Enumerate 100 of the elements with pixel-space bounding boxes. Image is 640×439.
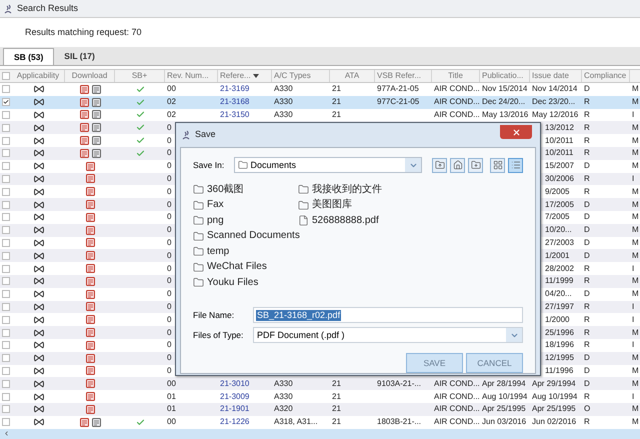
- document-icon[interactable]: [92, 148, 100, 158]
- pdf-file-icon[interactable]: [86, 290, 94, 299]
- column-header[interactable]: A/C Types: [272, 70, 330, 82]
- pdf-file-icon[interactable]: [86, 392, 94, 402]
- horizontal-scrollbar[interactable]: [0, 428, 640, 439]
- column-header[interactable]: ATA: [330, 70, 375, 82]
- reference-link[interactable]: 21-3009: [218, 392, 252, 401]
- file-name-field[interactable]: SB_21-3168_r02.pdf: [253, 307, 523, 323]
- document-icon[interactable]: [92, 136, 100, 146]
- save-in-dropdown[interactable]: Documents: [234, 157, 422, 173]
- toolbar-button[interactable]: [450, 158, 465, 172]
- column-header[interactable]: Issue date: [530, 70, 582, 82]
- row-checkbox[interactable]: [2, 316, 10, 324]
- row-checkbox[interactable]: [2, 226, 10, 234]
- pdf-file-icon[interactable]: [86, 354, 94, 363]
- pdf-file-icon[interactable]: [86, 366, 94, 376]
- row-checkbox[interactable]: [2, 341, 10, 350]
- document-icon[interactable]: [92, 110, 100, 120]
- column-header[interactable]: Refere...: [218, 70, 272, 82]
- document-icon[interactable]: [92, 84, 100, 94]
- pdf-file-icon[interactable]: [86, 200, 94, 210]
- row-checkbox[interactable]: [2, 380, 10, 388]
- file-list-item[interactable]: 我接收到的文件: [312, 184, 382, 195]
- reference-link[interactable]: 21-3169: [218, 85, 252, 94]
- document-icon[interactable]: [92, 98, 100, 107]
- row-checkbox[interactable]: [2, 277, 10, 286]
- row-checkbox[interactable]: [2, 174, 10, 183]
- file-list-item[interactable]: 526888888.pdf: [312, 216, 379, 226]
- table-row[interactable]: 01 21-1901 A320 21 AIR COND... Apr 25/1995 Apr 25/1995 O M: [0, 402, 640, 416]
- pdf-file-icon[interactable]: [86, 340, 94, 350]
- pdf-file-icon[interactable]: [80, 98, 88, 107]
- column-header[interactable]: SB+: [115, 70, 165, 82]
- pdf-file-icon[interactable]: [80, 123, 88, 132]
- column-header[interactable]: Title: [432, 70, 480, 82]
- row-checkbox[interactable]: [2, 252, 10, 260]
- column-header[interactable]: VSB Refer...: [375, 70, 432, 82]
- pdf-file-icon[interactable]: [80, 110, 88, 120]
- pdf-file-icon[interactable]: [86, 238, 94, 248]
- pdf-file-icon[interactable]: [86, 187, 94, 196]
- pdf-file-icon[interactable]: [86, 404, 94, 414]
- table-row[interactable]: 00 21-3010 A330 21 9103A-21-... AIR COND... Apr 28/1994 Apr 29/1994 D M: [0, 377, 640, 390]
- pdf-file-icon[interactable]: [86, 174, 94, 184]
- column-header[interactable]: Rev. Num...: [165, 70, 218, 82]
- row-checkbox[interactable]: [2, 213, 10, 222]
- close-button[interactable]: [500, 125, 532, 139]
- file-list-item[interactable]: Scanned Documents: [207, 231, 300, 242]
- pdf-file-icon[interactable]: [86, 328, 94, 338]
- reference-link[interactable]: 21-1901: [218, 405, 252, 414]
- row-checkbox[interactable]: [2, 98, 10, 106]
- file-list-item[interactable]: Fax: [207, 200, 224, 210]
- row-checkbox[interactable]: [2, 328, 10, 337]
- reference-link[interactable]: 21-3010: [218, 380, 252, 388]
- row-checkbox[interactable]: [2, 85, 10, 94]
- row-checkbox[interactable]: [2, 418, 10, 426]
- row-checkbox[interactable]: [2, 110, 10, 119]
- table-row[interactable]: 02 21-3168 A330 21 977C-21-05 AIR COND... Dec 24/20... Dec 23/20... R M: [0, 96, 640, 109]
- file-list-item[interactable]: temp: [207, 246, 230, 257]
- row-checkbox[interactable]: [2, 366, 10, 375]
- row-checkbox[interactable]: [2, 238, 10, 247]
- file-list-item[interactable]: png: [207, 216, 224, 226]
- column-header[interactable]: Download: [65, 70, 115, 82]
- header-checkbox[interactable]: [2, 72, 10, 80]
- pdf-file-icon[interactable]: [86, 251, 94, 260]
- row-checkbox[interactable]: [2, 162, 10, 170]
- pdf-file-icon[interactable]: [86, 212, 94, 222]
- tab[interactable]: SB (53): [3, 48, 54, 65]
- pdf-file-icon[interactable]: [86, 302, 94, 312]
- toolbar-button[interactable]: [432, 158, 447, 172]
- row-checkbox[interactable]: [2, 290, 10, 298]
- reference-link[interactable]: 21-1226: [218, 418, 252, 426]
- column-header[interactable]: Applicability: [12, 70, 65, 82]
- file-list-item[interactable]: Youku Files: [207, 278, 258, 288]
- view-button[interactable]: [490, 158, 505, 172]
- row-checkbox[interactable]: [2, 124, 10, 132]
- pdf-file-icon[interactable]: [86, 379, 94, 388]
- file-list-item[interactable]: 美图图库: [312, 200, 352, 210]
- pdf-file-icon[interactable]: [86, 226, 94, 235]
- row-checkbox[interactable]: [2, 302, 10, 311]
- reference-link[interactable]: 21-3150: [218, 110, 252, 119]
- row-checkbox[interactable]: [2, 405, 10, 414]
- table-row[interactable]: 00 21-1226 A318, A31... 21 1803B-21-... AIR COND... Jun 03/2016 Jun 02/2016 R M: [0, 416, 640, 429]
- view-button[interactable]: [508, 158, 523, 172]
- column-header[interactable]: Publicatio...: [480, 70, 530, 82]
- pdf-file-icon[interactable]: [86, 162, 94, 171]
- toolbar-button[interactable]: [468, 158, 483, 172]
- table-row[interactable]: 02 21-3150 A330 21 AIR COND... May 13/2016 May 12/2016 R I: [0, 108, 640, 122]
- file-list-item[interactable]: WeChat Files: [207, 262, 267, 272]
- row-checkbox[interactable]: [2, 188, 10, 196]
- row-checkbox[interactable]: [2, 149, 10, 158]
- pdf-file-icon[interactable]: [80, 148, 88, 158]
- pdf-file-icon[interactable]: [80, 418, 88, 427]
- row-checkbox[interactable]: [2, 264, 10, 273]
- file-list-item[interactable]: 360截图: [207, 184, 244, 195]
- pdf-file-icon[interactable]: [80, 84, 88, 94]
- pdf-file-icon[interactable]: [80, 136, 88, 146]
- pdf-file-icon[interactable]: [86, 264, 94, 274]
- row-checkbox[interactable]: [2, 354, 10, 362]
- pdf-file-icon[interactable]: [86, 315, 94, 324]
- reference-link[interactable]: 21-3168: [218, 98, 252, 106]
- row-checkbox[interactable]: [2, 392, 10, 401]
